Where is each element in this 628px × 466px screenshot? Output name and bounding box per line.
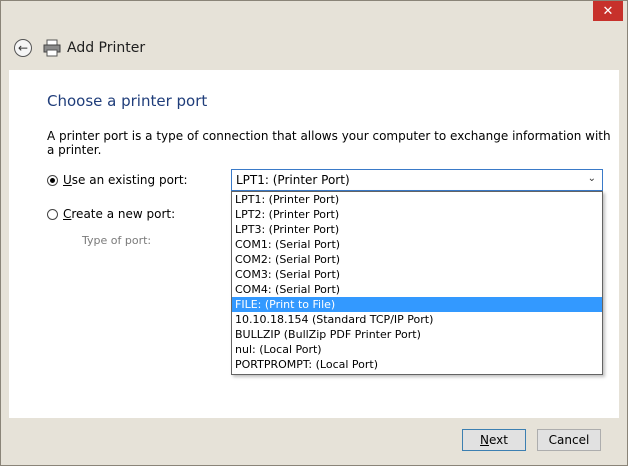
port-option[interactable]: LPT3: (Printer Port) (232, 222, 602, 237)
page-description: A printer port is a type of connection t… (47, 129, 611, 157)
create-new-port-text: reate a new port: (71, 207, 176, 221)
back-button[interactable]: ← (14, 39, 32, 57)
back-arrow-icon: ← (17, 41, 29, 55)
wizard-nav-bar: ← Add Printer (1, 31, 627, 69)
wizard-footer: Next Cancel (1, 418, 627, 465)
port-select-value: LPT1: (Printer Port) (236, 173, 350, 187)
port-select[interactable]: LPT1: (Printer Port) ⌄ (231, 169, 603, 191)
use-existing-port-text: se an existing port: (71, 173, 188, 187)
wizard-title: Add Printer (67, 40, 146, 56)
port-option[interactable]: COM1: (Serial Port) (232, 237, 602, 252)
next-button[interactable]: Next (462, 429, 526, 451)
cancel-button[interactable]: Cancel (537, 429, 601, 451)
title-bar[interactable]: ✕ (1, 1, 627, 31)
page-heading: Choose a printer port (47, 92, 208, 110)
port-option[interactable]: FILE: (Print to File) (232, 297, 602, 312)
port-option[interactable]: LPT1: (Printer Port) (232, 192, 602, 207)
port-option[interactable]: 10.10.18.154 (Standard TCP/IP Port) (232, 312, 602, 327)
chevron-down-icon[interactable]: ⌄ (588, 173, 596, 184)
type-of-port-label: Type of port: (82, 234, 152, 247)
port-option[interactable]: nul: (Local Port) (232, 342, 602, 357)
next-text: ext (489, 433, 508, 447)
port-option[interactable]: LPT2: (Printer Port) (232, 207, 602, 222)
port-option[interactable]: BULLZIP (BullZip PDF Printer Port) (232, 327, 602, 342)
next-mnemonic: N (480, 433, 489, 447)
use-existing-port-mnemonic: U (63, 173, 72, 187)
port-dropdown-list: LPT1: (Printer Port) LPT2: (Printer Port)… (231, 191, 603, 375)
close-icon: ✕ (602, 3, 614, 19)
add-printer-window: ✕ ← Add Printer Choose a printer port A … (0, 0, 628, 466)
close-button[interactable]: ✕ (593, 1, 623, 21)
create-new-port-radio[interactable] (47, 209, 58, 220)
create-new-port-label[interactable]: Create a new port: (63, 207, 175, 221)
port-option[interactable]: COM2: (Serial Port) (232, 252, 602, 267)
port-option[interactable]: COM3: (Serial Port) (232, 267, 602, 282)
use-existing-port-label[interactable]: Use an existing port: (63, 173, 188, 187)
port-option[interactable]: PORTPROMPT: (Local Port) (232, 357, 602, 372)
wizard-content: Choose a printer port A printer port is … (9, 70, 619, 418)
use-existing-port-radio[interactable] (47, 175, 58, 186)
printer-icon (43, 39, 61, 57)
port-option[interactable]: COM4: (Serial Port) (232, 282, 602, 297)
